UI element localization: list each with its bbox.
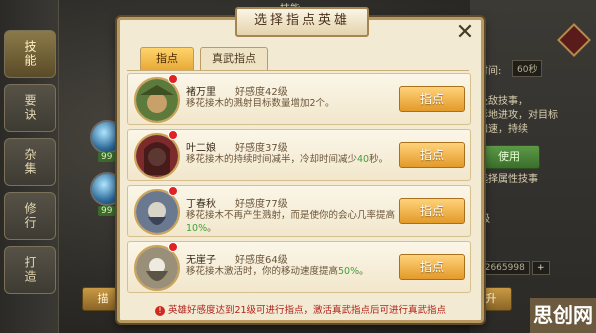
nav-tab-label: 修行 <box>23 202 37 230</box>
hero-name: 无崖子 <box>186 255 216 266</box>
hero-description: 移花接木的溅射目标数量增加2个。 <box>186 98 335 109</box>
nav-tab-label: 技能 <box>23 40 37 68</box>
select-hero-modal: 选择指点英雄 ✕ 指点 真武指点 褚万里 好感度42级 移花接木的溅射目标数量增… <box>117 7 484 323</box>
close-icon[interactable]: ✕ <box>455 22 475 44</box>
footer-text: 英雄好感度达到21级可进行指点，激活真武指点后可进行真武指点 <box>167 305 447 316</box>
notification-dot-icon <box>168 130 178 140</box>
notification-dot-icon <box>168 242 178 252</box>
warning-icon: ! <box>154 306 165 316</box>
tab-guide[interactable]: 指点 <box>140 47 194 70</box>
hero-favor: 好感度77级 <box>235 199 288 210</box>
hero-description: 移花接木不再产生溅射，而是使你的会心几率提高10%。 <box>186 210 396 234</box>
hero-list: 褚万里 好感度42级 移花接木的溅射目标数量增加2个。 指点 叶二娘 好感度37… <box>127 70 471 303</box>
hero-name: 叶二娘 <box>186 143 216 154</box>
hero-description: 移花接木激活时，你的移动速度提高50%。 <box>186 266 369 277</box>
nav-tab-label: 要诀 <box>23 94 37 122</box>
modal-title: 选择指点英雄 <box>235 7 369 37</box>
bg-text-line: 形地进攻，对目标 <box>478 110 558 121</box>
use-button[interactable]: 使用 <box>478 145 540 169</box>
hero-name: 褚万里 <box>186 87 216 98</box>
nav-tab-misc[interactable]: 杂集 <box>4 138 56 186</box>
hero-favor: 好感度37级 <box>235 143 288 154</box>
hero-row: 丁春秋 好感度77级 移花接木不再产生溅射，而是使你的会心几率提高10%。 指点 <box>127 185 471 237</box>
notification-dot-icon <box>168 74 178 84</box>
nav-tab-forge[interactable]: 打造 <box>4 246 56 294</box>
tab-true-martial-guide[interactable]: 真武指点 <box>200 47 268 70</box>
orb-level-badge: 99 <box>98 206 116 216</box>
bg-text-line: 加速，持续 <box>478 124 528 135</box>
hero-favor: 好感度64级 <box>235 255 288 266</box>
left-nav: 技能 要诀 杂集 修行 打造 <box>0 0 59 333</box>
guide-button[interactable]: 指点 <box>399 254 465 280</box>
hero-favor: 好感度42级 <box>235 87 288 98</box>
nav-tab-label: 杂集 <box>23 148 37 176</box>
time-value: 60秒 <box>512 60 543 77</box>
bg-list-label: 选择属性技事 <box>478 174 538 185</box>
modal-footer-hint: ! 英雄好感度达到21级可进行指点，激活真武指点后可进行真武指点 <box>120 302 481 316</box>
watermark-logo: 思创网 <box>530 298 596 333</box>
orb-level-badge: 99 <box>98 152 116 162</box>
hero-description: 移花接木的持续时间减半，冷却时间减少40秒。 <box>186 154 389 165</box>
nav-tab-secrets[interactable]: 要诀 <box>4 84 56 132</box>
bg-text-line: 处敌技事， <box>478 96 528 107</box>
guide-button[interactable]: 指点 <box>399 198 465 224</box>
nav-tab-label: 打造 <box>23 256 37 284</box>
hero-row: 叶二娘 好感度37级 移花接木的持续时间减半，冷却时间减少40秒。 指点 <box>127 129 471 181</box>
hero-row: 褚万里 好感度42级 移花接木的溅射目标数量增加2个。 指点 <box>127 73 471 125</box>
notification-dot-icon <box>168 186 178 196</box>
nav-tab-skills[interactable]: 技能 <box>4 30 56 78</box>
guide-button[interactable]: 指点 <box>399 86 465 112</box>
nav-tab-cultivate[interactable]: 修行 <box>4 192 56 240</box>
hero-row: 无崖子 好感度64级 移花接木激活时，你的移动速度提高50%。 指点 <box>127 241 471 293</box>
hero-name: 丁春秋 <box>186 199 216 210</box>
guide-button[interactable]: 指点 <box>399 142 465 168</box>
plus-button[interactable]: + <box>532 261 550 275</box>
